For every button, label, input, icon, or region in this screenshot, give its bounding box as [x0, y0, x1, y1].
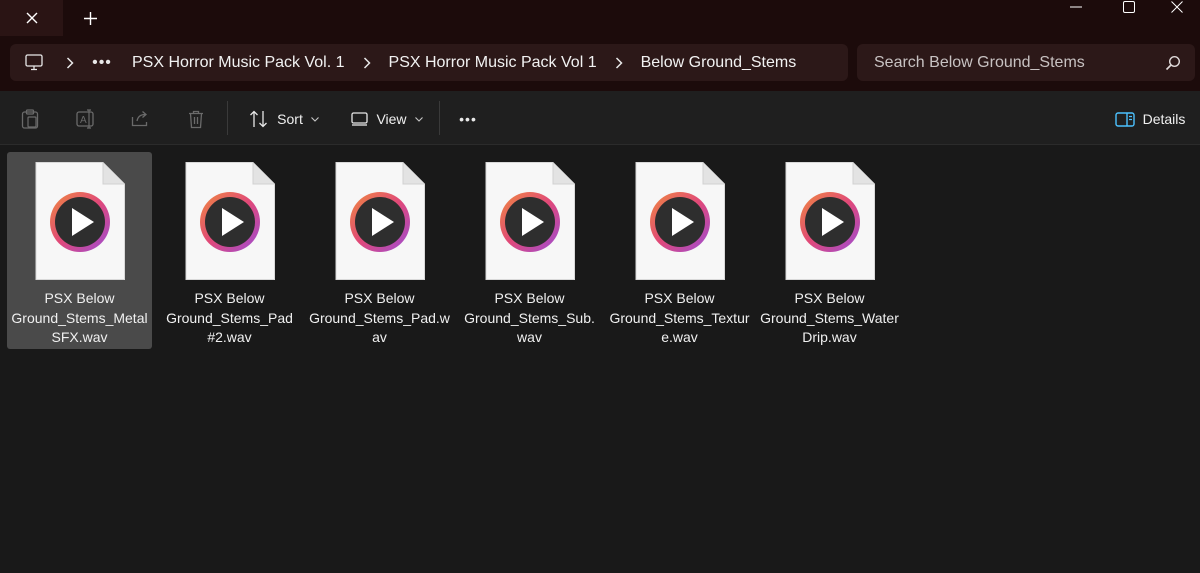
- audio-file-icon: [635, 162, 725, 280]
- file-name: PSX Below Ground_Stems_Pad.w av: [309, 290, 450, 345]
- rename-button[interactable]: A: [70, 102, 102, 136]
- clipboard-icon: [21, 109, 39, 129]
- delete-button[interactable]: [180, 102, 212, 136]
- file-name: PSX Below Ground_Stems_Sub. wav: [464, 290, 595, 345]
- breadcrumb-more-button[interactable]: •••: [82, 44, 122, 81]
- title-bar: [0, 0, 1200, 36]
- file-name: PSX Below Ground_Stems_Pad #2.wav: [166, 290, 293, 345]
- sort-button[interactable]: Sort: [242, 102, 326, 136]
- sort-label: Sort: [277, 111, 303, 127]
- view-label: View: [376, 111, 407, 127]
- rename-icon: A: [76, 109, 94, 129]
- computer-icon[interactable]: [10, 44, 58, 81]
- see-more-button[interactable]: •••: [452, 102, 484, 136]
- svg-text:A: A: [80, 115, 87, 126]
- maximize-icon: [1123, 1, 1135, 13]
- audio-file-icon: [35, 162, 125, 280]
- audio-file-icon: [185, 162, 275, 280]
- command-bar: A Sort View ••• Details: [0, 91, 1200, 145]
- breadcrumb[interactable]: ••• PSX Horror Music Pack Vol. 1 PSX Hor…: [10, 44, 848, 81]
- chevron-down-icon: [414, 116, 423, 122]
- share-button[interactable]: [125, 102, 157, 136]
- audio-file-icon: [335, 162, 425, 280]
- close-icon: [1171, 1, 1183, 13]
- file-list: PSX Below Ground_Stems_Metal SFX.wav PSX B…: [0, 146, 1200, 573]
- address-row: ••• PSX Horror Music Pack Vol. 1 PSX Hor…: [0, 36, 1200, 91]
- sort-icon: [250, 110, 268, 128]
- view-button[interactable]: View: [345, 102, 429, 136]
- delete-icon: [189, 110, 203, 128]
- details-pane-icon: [1114, 111, 1135, 127]
- chevron-right-icon[interactable]: [607, 44, 631, 81]
- minimize-icon: [1070, 6, 1082, 8]
- file-item[interactable]: PSX Below Ground_Stems_Sub. wav: [457, 152, 602, 349]
- close-tab-icon[interactable]: [26, 12, 38, 24]
- chevron-down-icon: [310, 116, 319, 122]
- close-window-button[interactable]: [1154, 0, 1200, 14]
- audio-file-icon: [485, 162, 575, 280]
- file-item[interactable]: PSX Below Ground_Stems_Water Drip.wav: [757, 152, 902, 349]
- file-item[interactable]: PSX Below Ground_Stems_Pad #2.wav: [157, 152, 302, 349]
- file-item[interactable]: PSX Below Ground_Stems_Textur e.wav: [607, 152, 752, 349]
- chevron-right-icon[interactable]: [355, 44, 379, 81]
- new-tab-button[interactable]: [76, 4, 104, 32]
- minimize-button[interactable]: [1053, 0, 1099, 14]
- file-item[interactable]: PSX Below Ground_Stems_Metal SFX.wav: [7, 152, 152, 349]
- separator: [227, 101, 228, 135]
- file-name: PSX Below Ground_Stems_Metal SFX.wav: [11, 290, 148, 345]
- file-item[interactable]: PSX Below Ground_Stems_Pad.w av: [307, 152, 452, 349]
- audio-file-icon: [785, 162, 875, 280]
- search-icon[interactable]: [1165, 55, 1181, 71]
- maximize-button[interactable]: [1106, 0, 1152, 14]
- file-name: PSX Below Ground_Stems_Water Drip.wav: [760, 290, 899, 345]
- details-button[interactable]: Details: [1110, 102, 1190, 136]
- separator: [439, 101, 440, 135]
- breadcrumb-item-pack-vol1[interactable]: PSX Horror Music Pack Vol 1: [379, 44, 607, 81]
- plus-icon: [83, 11, 97, 25]
- share-icon: [131, 111, 148, 127]
- chevron-right-icon[interactable]: [58, 44, 82, 81]
- details-label: Details: [1142, 111, 1186, 127]
- file-name: PSX Below Ground_Stems_Textur e.wav: [609, 290, 750, 345]
- breadcrumb-item-below-ground-stems[interactable]: Below Ground_Stems: [631, 44, 807, 81]
- paste-button[interactable]: [14, 102, 46, 136]
- search-box[interactable]: [857, 44, 1195, 81]
- view-icon: [351, 112, 369, 126]
- breadcrumb-item-pack-vol-1[interactable]: PSX Horror Music Pack Vol. 1: [122, 44, 355, 81]
- search-input[interactable]: [874, 53, 1154, 72]
- tab[interactable]: [0, 0, 63, 36]
